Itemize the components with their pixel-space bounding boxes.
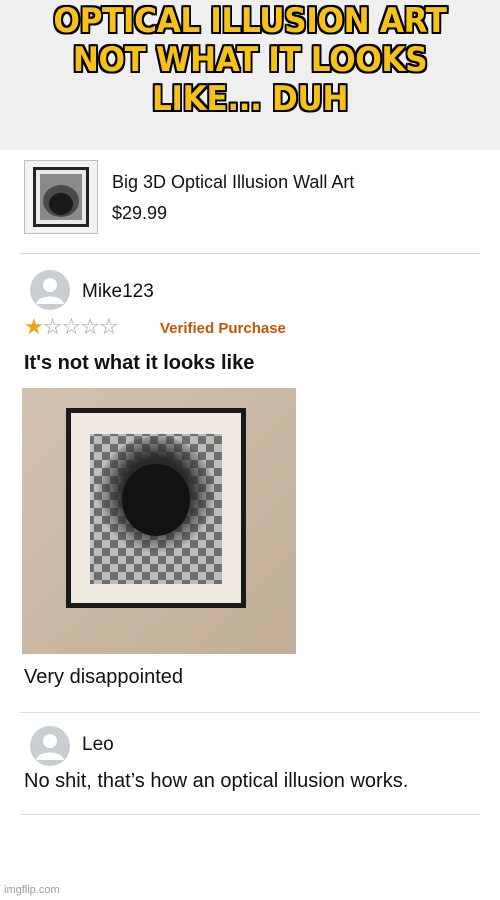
product-title[interactable]: Big 3D Optical Illusion Wall Art [112,172,354,193]
reviewer-name[interactable]: Mike123 [82,281,154,303]
user-avatar-icon [30,270,70,310]
product-price: $29.99 [112,203,168,223]
divider [20,712,480,713]
framed-illusion-photo [22,388,296,654]
review-body: Very disappointed [24,666,184,688]
star-empty-icon: ☆ [61,315,81,340]
reply-reviewer-name[interactable]: Leo [82,734,114,756]
avatar [30,270,70,310]
star-filled-icon: ★ [24,315,44,340]
avatar [30,726,70,766]
star-empty-icon: ☆ [80,315,100,340]
star-empty-icon: ☆ [42,315,63,340]
divider [20,253,480,254]
star-empty-icon: ☆ [98,315,119,340]
star-rating: ★☆☆☆☆ [24,315,119,340]
verified-purchase-badge: Verified Purchase [160,320,286,337]
product-thumbnail[interactable] [24,160,98,234]
divider [20,814,480,815]
user-avatar-icon [30,726,70,766]
meme-caption: OPTICAL ILLUSION ART NOT WHAT IT LOOKS L… [53,1,447,119]
illusion-thumbnail-image [25,161,97,233]
review-title: It's not what it looks like [24,352,255,374]
watermark: imgflip.com [4,884,60,896]
reply-body: No shit, that’s how an optical illusion … [24,770,409,792]
review-photo[interactable] [22,388,296,654]
